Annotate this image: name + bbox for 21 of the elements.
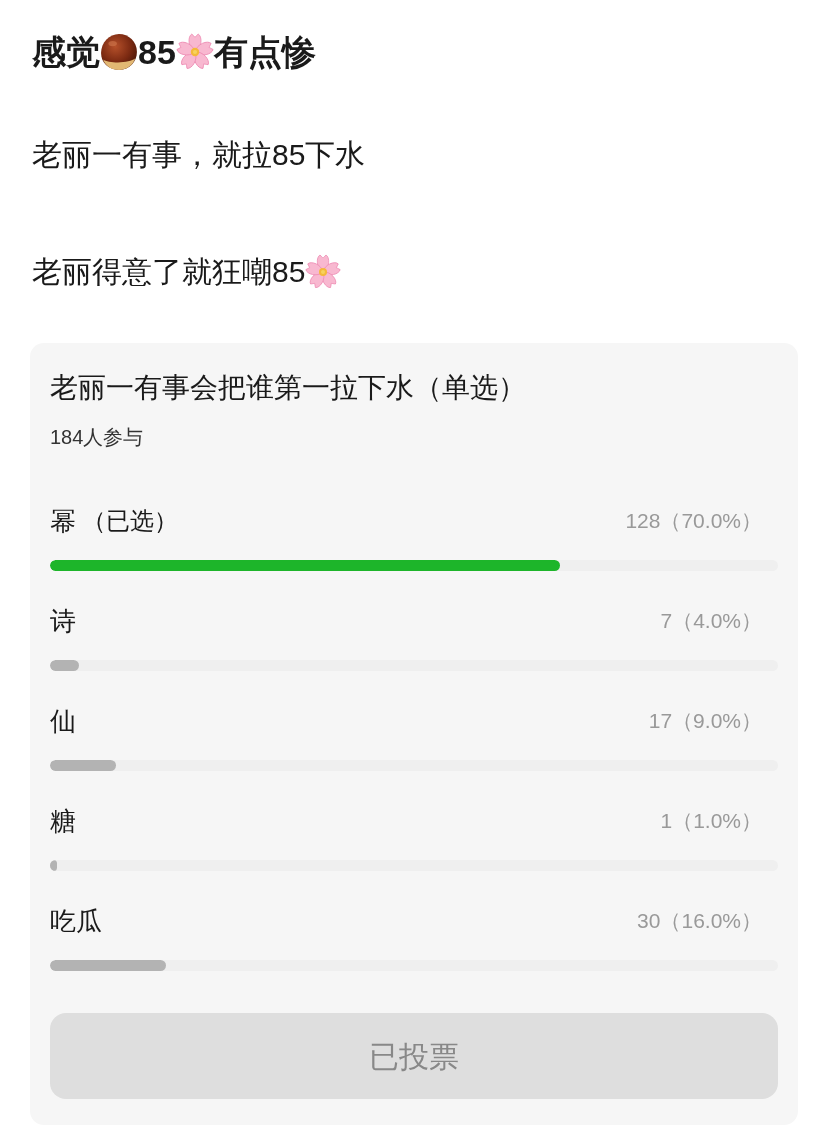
participant-count: 184人参与 bbox=[50, 425, 145, 450]
post-title: 感觉 bbox=[32, 32, 100, 73]
body-text: 老丽得意了就狂嘲85 bbox=[32, 254, 306, 290]
option-label: 糖 bbox=[50, 805, 76, 838]
vote-count: 128（70.0%） bbox=[625, 508, 762, 534]
poll-question: 老丽一有事会把谁第一拉下水（单选） bbox=[50, 371, 527, 405]
vote-count: 30（16.0%） bbox=[637, 908, 762, 934]
blossom-icon bbox=[305, 254, 342, 290]
blossom-icon bbox=[175, 33, 214, 71]
vote-count: 7（4.0%） bbox=[660, 608, 762, 634]
vote-count: 17（9.0%） bbox=[648, 708, 762, 734]
post-title: 有点惨 bbox=[213, 32, 316, 73]
body-text: 老丽一有事，就拉85下水 bbox=[32, 137, 366, 173]
option-label: 诗 bbox=[50, 605, 76, 638]
chestnut-icon bbox=[100, 33, 138, 71]
option-label: 仙 bbox=[50, 705, 76, 738]
option-label: 吃瓜 bbox=[50, 905, 102, 938]
selected-note: （已选） bbox=[82, 506, 178, 536]
option-label: 幂 bbox=[50, 505, 76, 538]
post-title: 85 bbox=[138, 32, 176, 73]
vote-count: 1（1.0%） bbox=[660, 808, 762, 834]
